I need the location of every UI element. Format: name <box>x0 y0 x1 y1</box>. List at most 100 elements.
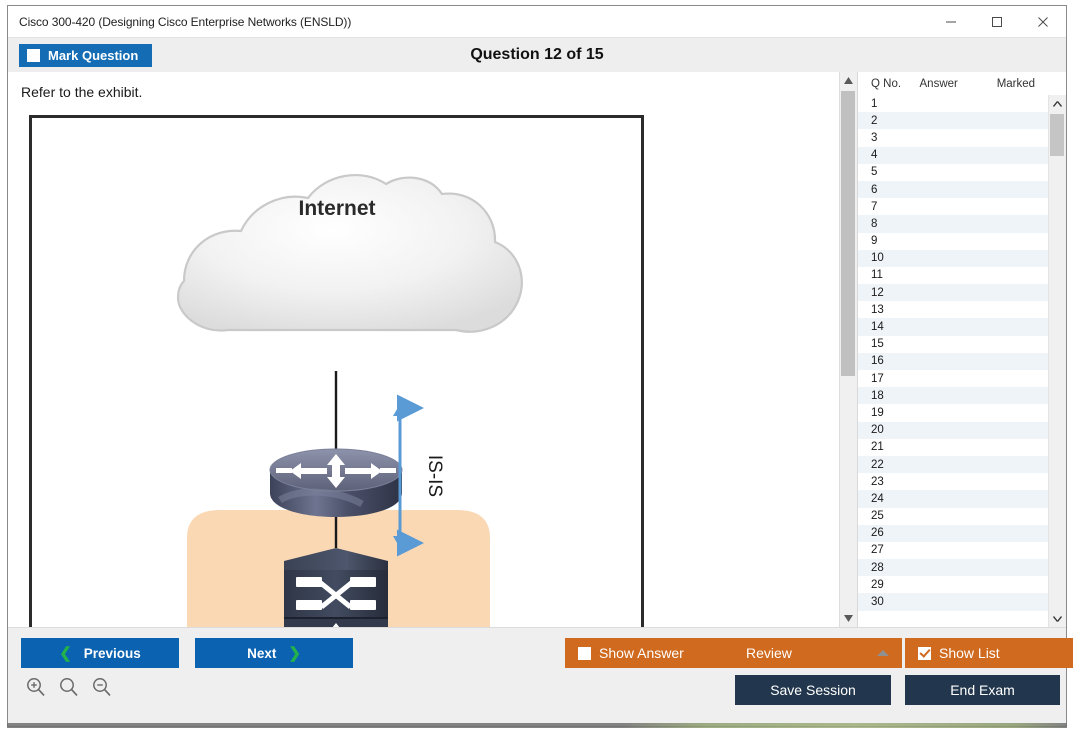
table-row[interactable]: 12 <box>858 284 1048 302</box>
review-dropdown[interactable]: Review <box>735 638 902 668</box>
cell-qno: 19 <box>871 406 884 419</box>
cell-qno: 10 <box>871 252 884 265</box>
exhibit-frame: Internet IS-IS <box>29 115 644 627</box>
table-row[interactable]: 14 <box>858 318 1048 336</box>
cell-qno: 2 <box>871 114 878 127</box>
table-row[interactable]: 29 <box>858 576 1048 594</box>
next-label: Next <box>247 645 277 661</box>
question-list-rows: 1 2 3 4 5 6 7 8 9 10 11 12 13 14 15 16 17 18 19 20 21 22 23 24 2… <box>858 95 1048 627</box>
cell-qno: 8 <box>871 217 878 230</box>
cell-qno: 25 <box>871 510 884 523</box>
cell-qno: 28 <box>871 561 884 574</box>
cell-qno: 30 <box>871 596 884 609</box>
table-row[interactable]: 27 <box>858 541 1048 560</box>
table-row[interactable]: 16 <box>858 352 1048 370</box>
table-row[interactable]: 22 <box>858 455 1048 474</box>
show-list-button[interactable]: Show List <box>905 638 1073 668</box>
zoom-in-icon[interactable] <box>25 676 47 698</box>
previous-button[interactable]: ❮ Previous <box>21 638 179 668</box>
zoom-out-icon[interactable] <box>91 676 113 698</box>
scroll-down-icon[interactable] <box>840 610 857 627</box>
previous-label: Previous <box>83 645 141 661</box>
cell-qno: 23 <box>871 475 884 488</box>
chevron-right-icon: ❯ <box>288 644 301 662</box>
table-row[interactable]: 7 <box>858 198 1048 216</box>
cell-qno: 13 <box>871 303 884 316</box>
show-list-checkbox[interactable] <box>918 646 931 660</box>
chevron-left-icon: ❮ <box>59 644 72 662</box>
network-diagram: Internet IS-IS <box>176 174 523 627</box>
show-answer-button[interactable]: Show Answer <box>565 638 735 668</box>
table-row[interactable]: 8 <box>858 215 1048 233</box>
question-list-scroll-area: 1 2 3 4 5 6 7 8 9 10 11 12 13 14 15 16 17 18 19 20 21 22 23 24 2… <box>858 95 1066 627</box>
router-icon <box>269 448 403 517</box>
mark-question-button[interactable]: Mark Question <box>19 43 153 67</box>
table-row[interactable]: 24 <box>858 490 1048 508</box>
column-header-answer: Answer <box>919 77 958 90</box>
end-exam-button[interactable]: End Exam <box>905 675 1060 705</box>
table-row[interactable]: 13 <box>858 301 1048 319</box>
minimize-icon[interactable] <box>928 6 974 37</box>
question-list-scrollbar[interactable] <box>1048 95 1066 627</box>
list-scroll-up-icon[interactable] <box>1049 95 1066 112</box>
cell-qno: 29 <box>871 578 884 591</box>
zoom-tools <box>25 676 113 698</box>
next-button[interactable]: Next ❯ <box>195 638 353 668</box>
cell-qno: 27 <box>871 544 884 557</box>
table-row[interactable]: 23 <box>858 473 1048 491</box>
zoom-reset-icon[interactable] <box>58 676 80 698</box>
review-label: Review <box>746 645 792 661</box>
cell-qno: 26 <box>871 527 884 540</box>
question-list-panel: Q No. Answer Marked 1 2 3 4 5 6 7 8 9 10 11 12 13 14 1… <box>857 72 1066 627</box>
table-row[interactable]: 5 <box>858 163 1048 181</box>
table-row[interactable]: 1 <box>858 95 1048 113</box>
table-row[interactable]: 30 <box>858 593 1048 611</box>
table-row[interactable]: 4 <box>858 146 1048 164</box>
internet-cloud: Internet <box>176 174 523 333</box>
table-row[interactable]: 3 <box>858 129 1048 147</box>
cell-qno: 6 <box>871 183 878 196</box>
maximize-icon[interactable] <box>974 6 1020 37</box>
exam-window: Cisco 300-420 (Designing Cisco Enterpris… <box>7 5 1073 727</box>
cell-qno: 16 <box>871 355 884 368</box>
show-answer-label: Show Answer <box>599 645 684 661</box>
cell-qno: 24 <box>871 492 884 505</box>
cell-qno: 1 <box>871 97 878 110</box>
column-header-qno: Q No. <box>871 77 902 90</box>
table-row[interactable]: 6 <box>858 180 1048 199</box>
cell-qno: 14 <box>871 321 884 334</box>
table-row[interactable]: 25 <box>858 507 1048 525</box>
show-answer-checkbox[interactable] <box>578 646 591 660</box>
table-row[interactable]: 15 <box>858 335 1048 353</box>
list-scroll-down-icon[interactable] <box>1049 610 1066 627</box>
table-row[interactable]: 21 <box>858 438 1048 456</box>
mark-question-label: Mark Question <box>48 47 139 63</box>
cell-qno: 3 <box>871 131 878 144</box>
cell-qno: 21 <box>871 441 884 454</box>
cell-qno: 7 <box>871 200 878 213</box>
list-scrollbar-thumb[interactable] <box>1050 114 1064 156</box>
table-row[interactable]: 28 <box>858 559 1048 577</box>
mark-question-checkbox[interactable] <box>27 48 40 62</box>
table-row[interactable]: 17 <box>858 370 1048 388</box>
question-list-header: Q No. Answer Marked <box>858 72 1066 95</box>
cell-qno: 11 <box>871 269 883 282</box>
column-header-marked: Marked <box>996 77 1036 90</box>
cell-qno: 4 <box>871 149 878 162</box>
content-scrollbar-thumb[interactable] <box>841 91 855 376</box>
table-row[interactable]: 26 <box>858 524 1048 542</box>
close-icon[interactable] <box>1020 6 1066 37</box>
table-row[interactable]: 20 <box>858 421 1048 439</box>
table-row[interactable]: 19 <box>858 404 1048 422</box>
table-row[interactable]: 2 <box>858 112 1048 130</box>
content-scrollbar[interactable] <box>839 72 857 627</box>
body-split: Refer to the exhibit. Internet IS-IS Q N… <box>8 72 1066 627</box>
table-row[interactable]: 10 <box>858 249 1048 267</box>
table-row[interactable]: 11 <box>858 266 1048 285</box>
save-session-button[interactable]: Save Session <box>735 675 891 705</box>
table-row[interactable]: 9 <box>858 232 1048 250</box>
scroll-up-icon[interactable] <box>840 72 857 89</box>
end-exam-label: End Exam <box>950 682 1015 698</box>
refer-to-exhibit-text: Refer to the exhibit. <box>21 84 143 100</box>
table-row[interactable]: 18 <box>858 387 1048 405</box>
